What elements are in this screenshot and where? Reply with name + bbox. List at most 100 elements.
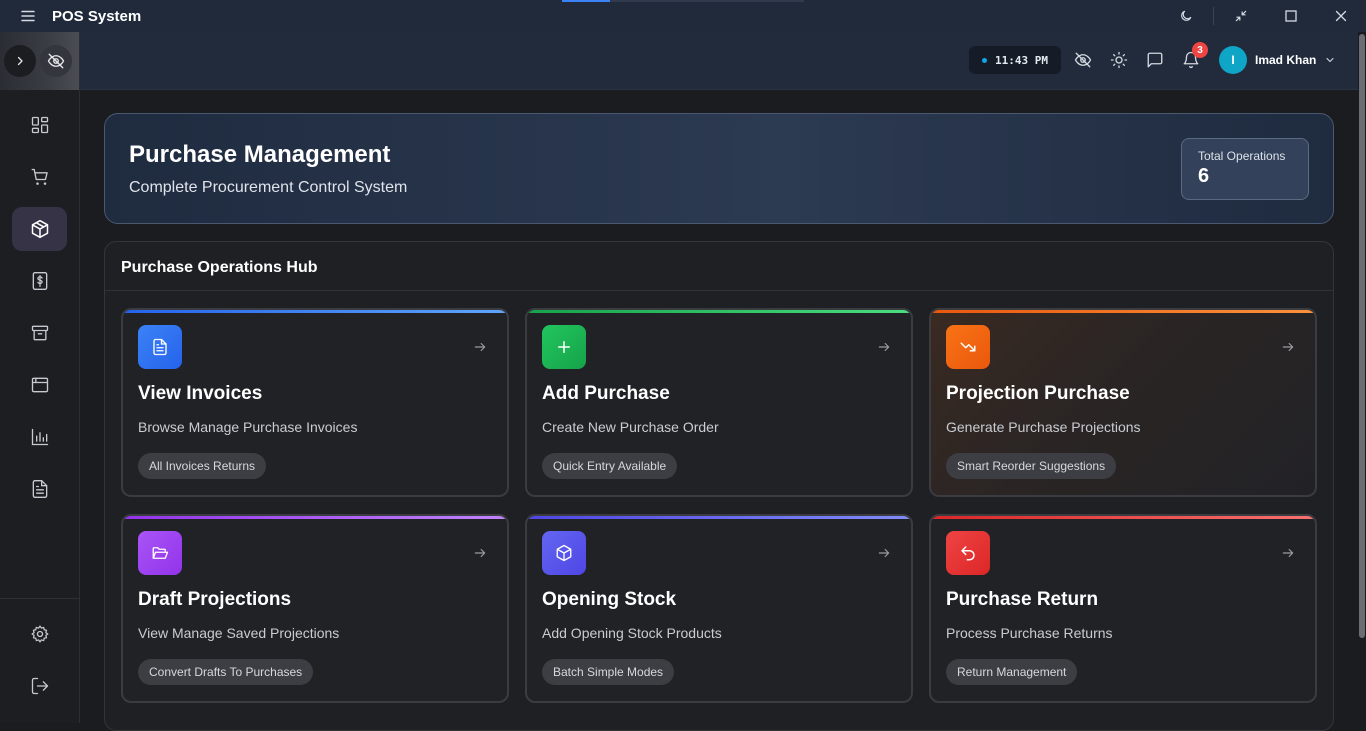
trending-down-icon bbox=[960, 342, 976, 352]
card-title: Add Purchase bbox=[542, 383, 670, 404]
sidebar-item-purchase[interactable] bbox=[12, 207, 67, 251]
total-operations-stat: Total Operations 6 bbox=[1181, 138, 1309, 200]
close-button[interactable] bbox=[1316, 0, 1366, 32]
page-scrollbar[interactable] bbox=[1358, 32, 1366, 723]
arrow-right-icon bbox=[474, 548, 486, 558]
cart-icon bbox=[31, 168, 48, 185]
card-icon-tile bbox=[946, 531, 990, 575]
sidebar-item-reports[interactable] bbox=[12, 415, 67, 459]
card-title: Purchase Return bbox=[946, 589, 1099, 610]
card-icon-tile bbox=[542, 325, 586, 369]
stat-value: 6 bbox=[1198, 165, 1210, 187]
card-title: Projection Purchase bbox=[946, 383, 1130, 404]
card-title: Draft Projections bbox=[138, 589, 292, 610]
card-tag: Batch Simple Modes bbox=[542, 659, 675, 685]
package-icon bbox=[31, 219, 48, 239]
loading-progress bbox=[562, 0, 804, 2]
chat-icon bbox=[1147, 52, 1163, 68]
card-tag: Return Management bbox=[946, 659, 1078, 685]
browser-window-icon bbox=[31, 377, 48, 393]
sidebar-item-window[interactable] bbox=[12, 363, 67, 407]
plus-icon bbox=[558, 341, 570, 353]
arrow-right-icon bbox=[878, 548, 890, 558]
card-icon-tile bbox=[946, 325, 990, 369]
chevron-down-icon[interactable] bbox=[1324, 54, 1336, 66]
expand-sidebar-button[interactable] bbox=[4, 45, 36, 77]
top-header: 11:43 PM 3 I Imad Khan bbox=[80, 32, 1358, 90]
hub-title: Purchase Operations Hub bbox=[121, 259, 318, 276]
sidebar bbox=[0, 32, 80, 723]
sidebar-item-sales[interactable] bbox=[12, 155, 67, 199]
close-icon bbox=[1335, 10, 1347, 22]
sidebar-item-settings[interactable] bbox=[12, 612, 67, 656]
card-draft-projections[interactable]: Draft Projections View Manage Saved Proj… bbox=[121, 514, 509, 703]
undo-icon bbox=[961, 546, 975, 561]
card-icon-tile bbox=[138, 325, 182, 369]
card-icon-tile bbox=[542, 531, 586, 575]
notification-badge: 3 bbox=[1192, 42, 1208, 58]
sidebar-item-dashboard[interactable] bbox=[12, 103, 67, 147]
scrollbar-thumb[interactable] bbox=[1359, 34, 1365, 638]
arrow-right-icon bbox=[474, 342, 486, 352]
clock-time: 11:43 PM bbox=[995, 53, 1048, 67]
card-description: View Manage Saved Projections bbox=[138, 625, 340, 641]
page-subtitle: Complete Procurement Control System bbox=[129, 179, 408, 196]
arrow-right-icon bbox=[1282, 342, 1294, 352]
card-accent-line bbox=[123, 310, 507, 313]
avatar[interactable]: I bbox=[1219, 46, 1247, 74]
card-projection-purchase[interactable]: Projection Purchase Generate Purchase Pr… bbox=[929, 308, 1317, 497]
card-accent-line bbox=[931, 516, 1315, 519]
notifications-button[interactable]: 3 bbox=[1180, 42, 1208, 71]
arrow-right-icon bbox=[1282, 548, 1294, 558]
card-accent-line bbox=[527, 310, 911, 313]
bar-chart-icon bbox=[31, 428, 48, 446]
theme-toggle-button[interactable] bbox=[1161, 0, 1211, 32]
document-icon bbox=[153, 338, 167, 356]
status-dot bbox=[982, 57, 987, 63]
card-accent-line bbox=[527, 516, 911, 519]
card-view-invoices[interactable]: View Invoices Browse Manage Purchase Inv… bbox=[121, 308, 509, 497]
operations-hub-panel: Purchase Operations Hub View Invoices Br… bbox=[104, 241, 1334, 731]
chevron-right-icon bbox=[17, 56, 23, 66]
gear-icon bbox=[30, 625, 48, 643]
square-icon bbox=[1285, 10, 1297, 22]
title-bar: POS System bbox=[0, 0, 1366, 32]
card-tag: All Invoices Returns bbox=[138, 453, 267, 479]
clock-chip: 11:43 PM bbox=[969, 46, 1061, 74]
privacy-toggle-button[interactable] bbox=[1072, 49, 1094, 71]
user-name[interactable]: Imad Khan bbox=[1255, 53, 1316, 67]
archive-icon bbox=[31, 325, 48, 341]
hide-sidebar-button[interactable] bbox=[40, 45, 72, 77]
eye-off-icon bbox=[1074, 52, 1092, 68]
grid-icon bbox=[31, 116, 48, 134]
sun-icon bbox=[1110, 51, 1128, 69]
card-tag: Quick Entry Available bbox=[542, 453, 678, 479]
card-purchase-return[interactable]: Purchase Return Process Purchase Returns… bbox=[929, 514, 1317, 703]
page-title: Purchase Management bbox=[129, 141, 391, 168]
minimize-arrows-icon bbox=[1235, 10, 1247, 22]
messages-button[interactable] bbox=[1144, 49, 1166, 71]
card-opening-stock[interactable]: Opening Stock Add Opening Stock Products… bbox=[525, 514, 913, 703]
card-description: Add Opening Stock Products bbox=[542, 625, 722, 641]
arrow-right-icon bbox=[878, 342, 890, 352]
sidebar-item-documents[interactable] bbox=[12, 467, 67, 511]
sidebar-item-inventory[interactable] bbox=[12, 311, 67, 355]
sidebar-item-logout[interactable] bbox=[12, 664, 67, 708]
hamburger-icon bbox=[21, 10, 35, 22]
hub-divider bbox=[105, 290, 1333, 291]
compact-button[interactable] bbox=[1216, 0, 1266, 32]
box-icon bbox=[556, 544, 572, 562]
card-icon-tile bbox=[138, 531, 182, 575]
maximize-button[interactable] bbox=[1266, 0, 1316, 32]
folder-open-icon bbox=[152, 547, 169, 559]
card-description: Generate Purchase Projections bbox=[946, 419, 1141, 435]
light-mode-button[interactable] bbox=[1108, 49, 1130, 71]
moon-icon bbox=[1181, 10, 1192, 21]
stat-label: Total Operations bbox=[1198, 149, 1286, 163]
hamburger-menu-button[interactable] bbox=[0, 0, 56, 32]
card-title: View Invoices bbox=[138, 383, 263, 404]
hero-banner: Purchase Management Complete Procurement… bbox=[104, 113, 1334, 224]
card-add-purchase[interactable]: Add Purchase Create New Purchase Order Q… bbox=[525, 308, 913, 497]
sidebar-item-finance[interactable] bbox=[12, 259, 67, 303]
card-title: Opening Stock bbox=[542, 589, 677, 610]
